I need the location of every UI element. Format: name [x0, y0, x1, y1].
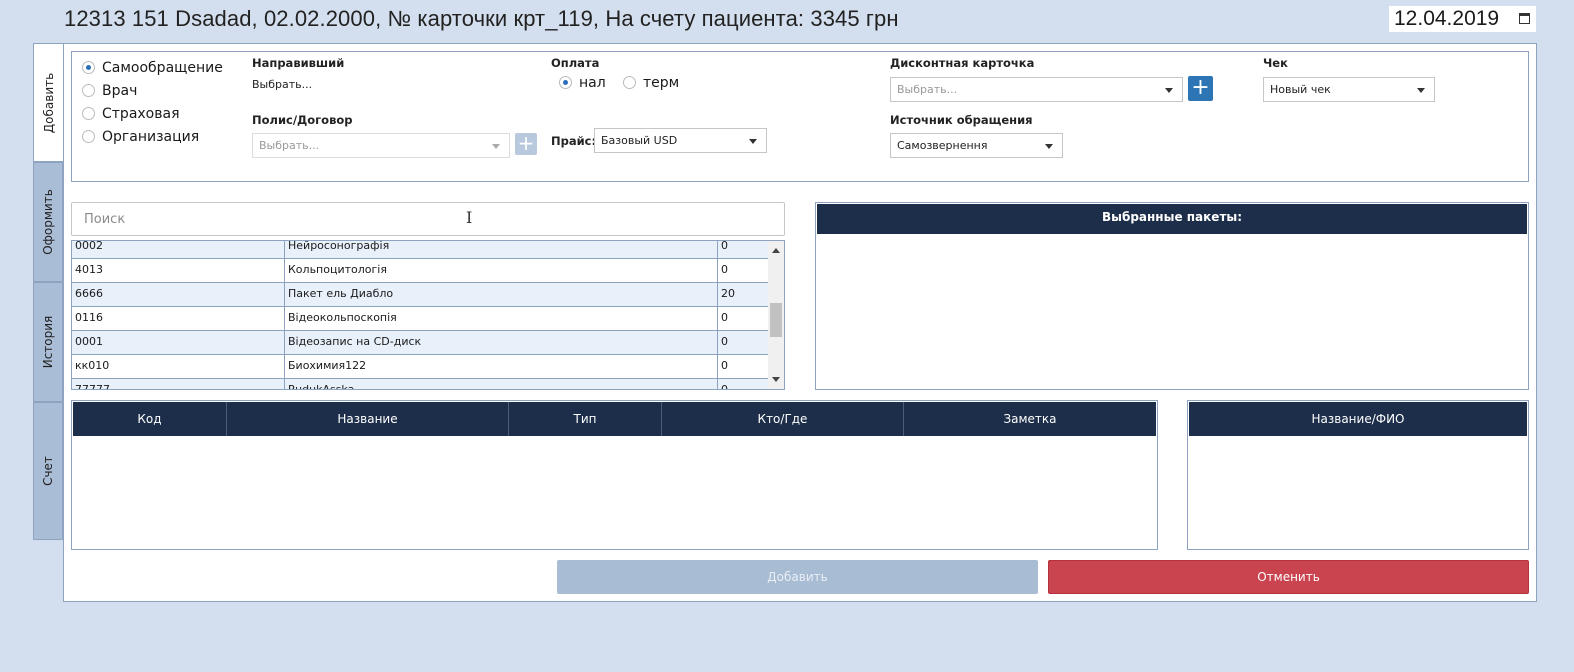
receipt-label: Чек	[1263, 56, 1288, 70]
radio-selected-icon[interactable]	[82, 61, 95, 74]
date-value: 12.04.2019	[1394, 7, 1500, 30]
discount-card-placeholder: Выбрать...	[897, 83, 958, 96]
page-title: 12313 151 Dsadad, 02.02.2000, № карточки…	[64, 6, 899, 31]
selected-packages-panel: Выбранные пакеты:	[815, 202, 1529, 390]
source-label: Источник обращения	[890, 113, 1033, 127]
scrollbar-thumb[interactable]	[770, 303, 782, 337]
tab-label: История	[41, 315, 55, 369]
chevron-down-icon	[749, 139, 757, 144]
calendar-icon[interactable]	[1519, 13, 1530, 24]
price-label: Прайс:	[551, 134, 597, 148]
discount-card-combobox[interactable]: Выбрать...	[890, 77, 1183, 102]
column-header-name-fio[interactable]: Название/ФИО	[1189, 402, 1527, 436]
policy-label: Полис/Договор	[252, 113, 353, 127]
add-button[interactable]: Добавить	[557, 560, 1038, 594]
price-value: Базовый USD	[601, 134, 678, 147]
radio-terminal[interactable]: терм	[623, 75, 679, 91]
cancel-button[interactable]: Отменить	[1048, 560, 1529, 594]
column-header-code[interactable]: Код	[73, 402, 227, 436]
tab-invoice[interactable]: Счет	[33, 402, 63, 540]
chevron-down-icon	[492, 144, 500, 149]
radio-selected-icon[interactable]	[559, 76, 572, 89]
tab-label: Добавить	[42, 72, 56, 133]
who-table: Название/ФИО	[1187, 400, 1529, 550]
chevron-down-icon	[1417, 88, 1425, 93]
scroll-down-arrow-icon[interactable]	[772, 377, 780, 382]
receipt-combobox[interactable]: Новый чек	[1263, 77, 1435, 102]
table-row[interactable]: кк010 Биохимия122 0	[72, 355, 768, 379]
scroll-up-arrow-icon[interactable]	[772, 248, 780, 253]
table-row[interactable]: 6666 Пакет ель Диабло 20	[72, 283, 768, 307]
table-row[interactable]: 0001 Відеозапис на CD-диск 0	[72, 331, 768, 355]
table-row[interactable]: 0116 Відеокольпоскопія 0	[72, 307, 768, 331]
source-value: Самозвернення	[897, 139, 988, 152]
add-discount-card-button[interactable]: +	[1188, 76, 1213, 101]
table-row[interactable]: 4013 Кольпоцитологія 0	[72, 259, 768, 283]
tab-history[interactable]: История	[33, 282, 63, 402]
policy-placeholder: Выбрать...	[259, 139, 320, 152]
radio-insurance[interactable]: Страховая	[82, 106, 180, 122]
referrer-select[interactable]: Выбрать...	[252, 78, 312, 91]
payment-label: Оплата	[551, 56, 600, 70]
chevron-down-icon	[1045, 144, 1053, 149]
radio-empty-icon[interactable]	[82, 107, 95, 120]
column-header-note[interactable]: Заметка	[904, 402, 1156, 436]
orders-table: Код Название Тип Кто/Где Заметка	[71, 400, 1158, 550]
price-combobox[interactable]: Базовый USD	[594, 128, 767, 153]
packages-table: 0002 Нейросонографія 0 4013 Кольпоцитоло…	[71, 240, 785, 390]
table-row[interactable]: 77777 RudukAsska 0	[72, 379, 768, 389]
radio-empty-icon[interactable]	[82, 84, 95, 97]
text-cursor-icon: I	[466, 208, 473, 227]
column-header-name[interactable]: Название	[227, 402, 509, 436]
add-policy-button[interactable]: +	[515, 133, 537, 155]
column-header-who-where[interactable]: Кто/Где	[662, 402, 904, 436]
discount-card-label: Дисконтная карточка	[890, 56, 1035, 70]
date-picker[interactable]: 12.04.2019	[1389, 6, 1536, 32]
source-combobox[interactable]: Самозвернення	[890, 133, 1063, 158]
receipt-value: Новый чек	[1270, 83, 1331, 96]
radio-cash[interactable]: нал	[559, 75, 606, 91]
referrer-label: Направивший	[252, 56, 345, 70]
chevron-down-icon	[1165, 88, 1173, 93]
search-placeholder: Поиск	[84, 212, 126, 227]
radio-self-referral[interactable]: Самообращение	[82, 60, 223, 76]
packages-scrollbar[interactable]	[768, 241, 784, 389]
policy-combobox[interactable]: Выбрать...	[252, 133, 510, 158]
radio-doctor[interactable]: Врач	[82, 83, 137, 99]
tab-checkout[interactable]: Оформить	[33, 162, 63, 282]
radio-empty-icon[interactable]	[623, 76, 636, 89]
tab-label: Счет	[41, 456, 55, 486]
column-header-type[interactable]: Тип	[509, 402, 662, 436]
tab-add[interactable]: Добавить	[33, 43, 64, 162]
tab-label: Оформить	[41, 189, 55, 255]
selected-packages-header: Выбранные пакеты:	[817, 204, 1527, 234]
table-row[interactable]: 0002 Нейросонографія 0	[72, 241, 768, 259]
search-input[interactable]: Поиск	[71, 202, 785, 236]
radio-organization[interactable]: Организация	[82, 129, 199, 145]
radio-empty-icon[interactable]	[82, 130, 95, 143]
